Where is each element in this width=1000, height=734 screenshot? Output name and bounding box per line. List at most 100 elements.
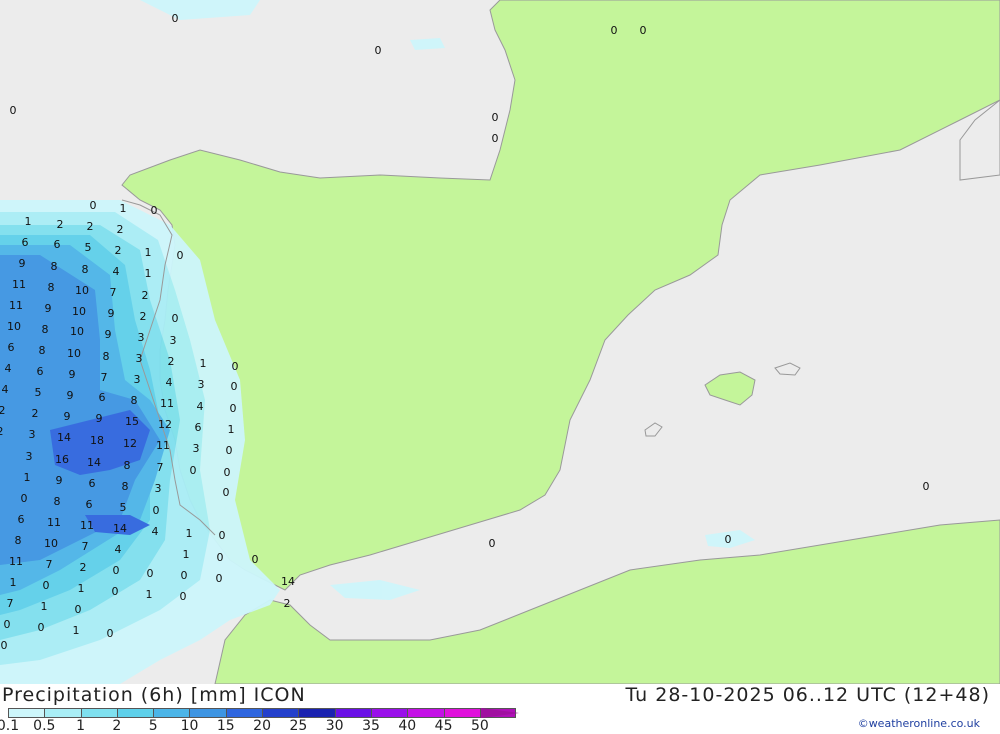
precip-value-label: 2: [57, 218, 64, 231]
precip-value-label: 7: [110, 286, 117, 299]
precip-value-label: 4: [166, 376, 173, 389]
precip-value-label: 4: [5, 362, 12, 375]
precip-value-label: 0: [611, 24, 618, 37]
precip-value-label: 0: [153, 504, 160, 517]
credit-link[interactable]: ©weatheronline.co.uk: [858, 717, 980, 730]
precip-value-label: 11: [160, 397, 174, 410]
precip-value-label: 8: [122, 480, 129, 493]
precip-value-label: 5: [85, 241, 92, 254]
precip-value-label: 8: [48, 281, 55, 294]
precip-value-label: 9: [45, 302, 52, 315]
precip-value-label: 9: [64, 410, 71, 423]
legend-swatch: [262, 708, 299, 718]
precip-value-label: 1: [25, 215, 32, 228]
precip-value-label: 1: [145, 246, 152, 259]
precip-value-label: 8: [124, 459, 131, 472]
precip-value-label: 1: [145, 267, 152, 280]
precip-value-label: 0: [38, 621, 45, 634]
precip-value-label: 2: [140, 310, 147, 323]
map-footer: Precipitation (6h) [mm] ICON Tu 28-10-20…: [0, 684, 1000, 734]
precip-value-label: 0: [151, 204, 158, 217]
precip-value-label: 7: [7, 597, 14, 610]
legend-swatch: [225, 708, 263, 718]
precip-value-label: 0: [219, 529, 226, 542]
precip-value-label: 0: [375, 44, 382, 57]
precip-value-label: 0: [226, 444, 233, 457]
precip-value-label: 2: [87, 220, 94, 233]
legend-tick-label: 25: [289, 718, 308, 734]
precip-value-label: 11: [9, 555, 23, 568]
precip-value-label: 2: [32, 407, 39, 420]
precip-value-label: 0: [224, 466, 231, 479]
precip-value-label: 8: [54, 495, 61, 508]
precip-value-label: 0: [489, 537, 496, 550]
precip-value-label: 1: [120, 202, 127, 215]
precip-value-label: 8: [51, 260, 58, 273]
precip-value-label: 3: [26, 450, 33, 463]
legend-swatch: [443, 708, 480, 718]
precip-value-label: 0: [223, 486, 230, 499]
precip-value-label: 0: [181, 569, 188, 582]
legend-tick-label: 20: [253, 718, 272, 734]
precip-value-label: 3: [170, 334, 177, 347]
precip-value-label: 6: [8, 341, 15, 354]
map-title: Precipitation (6h) [mm] ICON: [2, 684, 306, 706]
legend-tick-label: 50: [470, 718, 489, 734]
precip-value-label: 9: [67, 389, 74, 402]
precip-value-label: 14: [113, 522, 127, 535]
precip-value-label: 7: [82, 540, 89, 553]
legend-tick-label: 45: [434, 718, 453, 734]
legend-tick-label: 0.1: [0, 718, 20, 734]
precip-value-label: 0: [177, 249, 184, 262]
precip-value-label: 8: [42, 323, 49, 336]
legend-swatch: [334, 708, 371, 718]
precip-value-label: 0: [1, 639, 8, 652]
precip-value-label: 8: [131, 394, 138, 407]
precip-value-label: 2: [168, 355, 175, 368]
precip-value-label: 10: [75, 284, 89, 297]
precip-value-label: 4: [152, 525, 159, 538]
precip-value-label: 8: [39, 344, 46, 357]
precip-value-label: 1: [73, 624, 80, 637]
precip-value-label: 2: [117, 223, 124, 236]
precip-value-label: 2: [284, 597, 291, 610]
precip-value-label: 6: [86, 498, 93, 511]
precip-value-label: 8: [82, 263, 89, 276]
precip-value-label: 14: [281, 575, 295, 588]
precip-value-label: 1: [24, 471, 31, 484]
precipitation-map[interactable]: 0 0 0 0 0 0 0 1 0 1 2 2 2 0 6 6 5 2 1 0 9 8 8 4 1 11 8 10 7 2 11 9 10 9 2 0…: [0, 0, 1000, 685]
precip-value-label: 6: [54, 238, 61, 251]
legend-swatch: [370, 708, 408, 718]
precip-value-label: 7: [46, 558, 53, 571]
precip-value-label: 4: [115, 543, 122, 556]
legend-swatch: [116, 708, 154, 718]
precip-value-label: 3: [136, 352, 143, 365]
legend-swatch: [80, 708, 117, 718]
legend-swatch: [189, 708, 226, 718]
precip-value-label: 0: [923, 480, 930, 493]
precip-value-label: 1: [228, 423, 235, 436]
legend-tick-label: 5: [148, 718, 158, 734]
precip-value-label: 0: [10, 104, 17, 117]
precip-value-label: 9: [69, 368, 76, 381]
precip-value-label: 2: [80, 561, 87, 574]
precip-value-label: 8: [103, 350, 110, 363]
precip-value-label: 6: [195, 421, 202, 434]
precip-value-label: 12: [158, 418, 172, 431]
precip-value-label: 11: [47, 516, 61, 529]
precip-value-label: 3: [198, 378, 205, 391]
legend-labels: 0.1 0.5 1 2 5 10 15 20 25 30 35 40 45 50: [0, 718, 520, 734]
precip-value-label: 8: [15, 534, 22, 547]
precip-value-label: 1: [200, 357, 207, 370]
legend-tick-label: 1: [76, 718, 86, 734]
precip-value-label: 9: [105, 328, 112, 341]
precip-value-label: 10: [7, 320, 21, 333]
precip-value-label: 1: [183, 548, 190, 561]
precip-value-label: 10: [67, 347, 81, 360]
precip-value-label: 7: [157, 461, 164, 474]
precip-value-label: 3: [134, 373, 141, 386]
legend-swatch: [153, 708, 190, 718]
precip-value-label: 0: [43, 579, 50, 592]
precip-value-label: 9: [96, 412, 103, 425]
precip-value-label: 1: [186, 527, 193, 540]
